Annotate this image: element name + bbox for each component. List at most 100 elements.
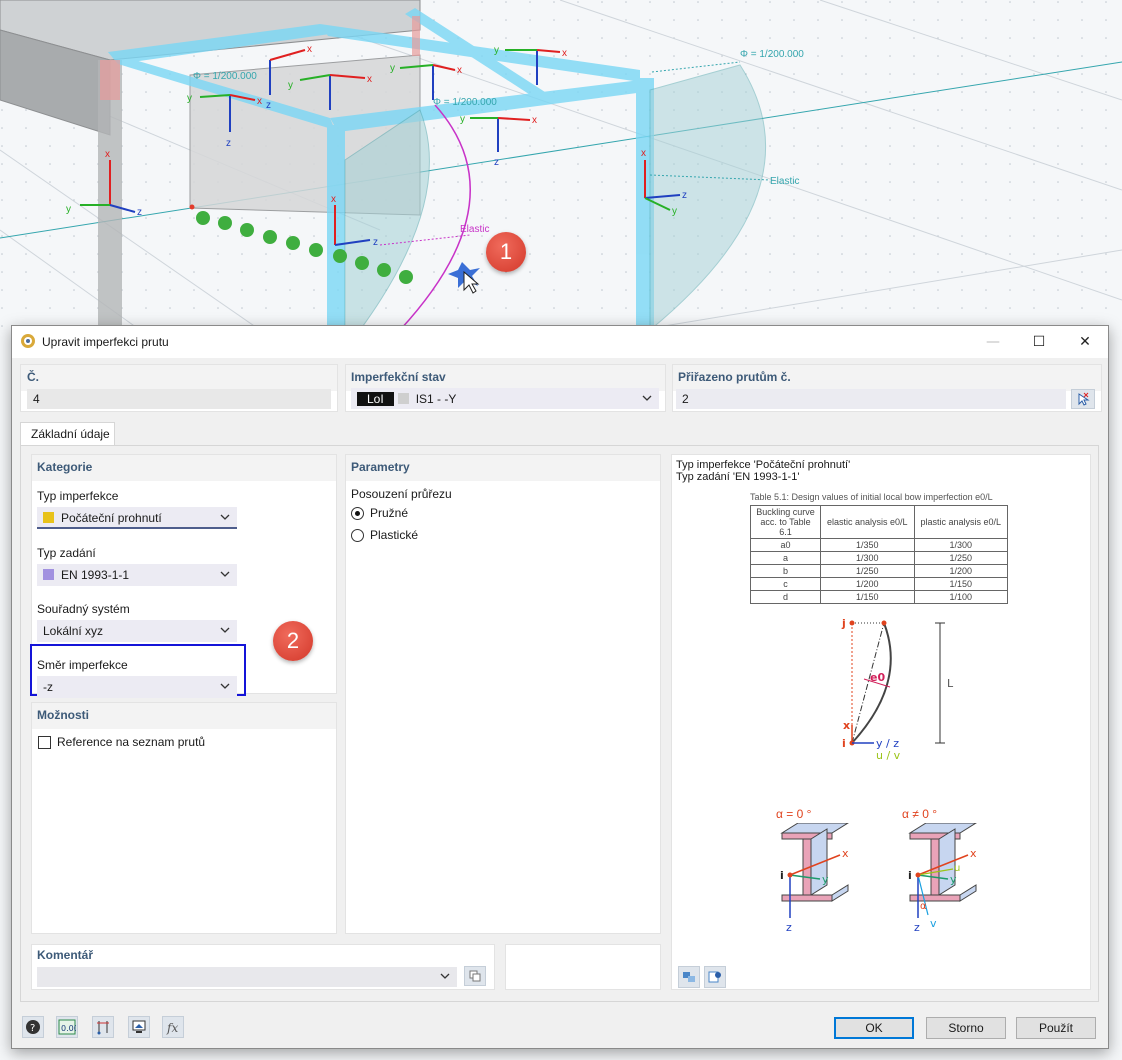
member-list-reference-label: Reference na seznam prutů — [57, 735, 206, 749]
axis-label-y: y — [494, 45, 499, 56]
edit-member-imperfection-dialog: Upravit imperfekci prutu — ☐ ✕ Č. 4 Impe… — [11, 325, 1109, 1049]
step-marker-1: 1 — [486, 232, 526, 272]
chevron-down-icon — [440, 973, 450, 979]
svg-text:fx: fx — [166, 1021, 178, 1035]
bow-imperfection-diagram: j i x e0 L y / z u / v — [841, 617, 954, 762]
table-row: a 1/300 1/250 — [750, 551, 1008, 565]
model-icon — [97, 1021, 109, 1035]
profile-label-u: u — [954, 863, 960, 874]
profile-alpha-zero: x y i z — [780, 823, 849, 934]
title-bar: Upravit imperfekci prutu — ☐ ✕ — [12, 326, 1108, 358]
select-members-button[interactable] — [1071, 389, 1095, 409]
profile-label-y: y — [950, 873, 957, 886]
axis-label-z: z — [373, 237, 378, 248]
elastic-label: Elastic — [770, 176, 799, 187]
assigned-members-field[interactable]: 2 — [676, 389, 1066, 409]
view-icon — [132, 1020, 146, 1033]
model-scene: x y z x z x z y z x y x z x y x y x y z … — [0, 0, 1122, 330]
imperfection-type-select[interactable]: Počáteční prohnutí — [37, 507, 237, 529]
copy-icon — [469, 970, 481, 982]
elastic-radio[interactable] — [351, 507, 364, 520]
diagram-label-j: j — [841, 617, 846, 630]
imperfection-type-value: Počáteční prohnutí — [61, 511, 162, 525]
number-panel: Č. 4 — [20, 364, 338, 412]
assigned-members-label: Přiřazeno prutům č. — [678, 370, 791, 384]
comment-input[interactable] — [37, 967, 457, 987]
comment-label: Komentář — [37, 948, 94, 962]
table-title: Table 5.1: Design values of initial loca… — [750, 492, 993, 502]
imperfection-direction-value: -z — [43, 680, 53, 694]
tab-basic-data[interactable]: Základní údaje — [20, 422, 115, 446]
phi-label: Φ = 1/200.000 — [433, 97, 497, 108]
coordinate-system-select[interactable]: Lokální xyz — [37, 620, 237, 642]
axis-label-y: y — [390, 63, 395, 74]
info-image-button[interactable] — [704, 966, 726, 988]
diagram-label-e0: e0 — [870, 671, 885, 684]
assigned-members-panel: Přiřazeno prutům č. 2 — [672, 364, 1102, 412]
comment-copy-button[interactable] — [464, 966, 486, 986]
axis-label-x: x — [257, 96, 262, 107]
profile-label-x: x — [970, 847, 977, 860]
options-label: Možnosti — [37, 708, 89, 722]
imperfection-state-select[interactable]: LoI IS1 - -Y — [351, 388, 659, 409]
axis-label-y: y — [460, 114, 465, 125]
info-type-line: Typ imperfekce 'Počáteční prohnutí' — [676, 459, 851, 471]
profile-label-x: x — [842, 847, 849, 860]
apply-button[interactable]: Použít — [1016, 1017, 1096, 1039]
phi-label: Φ = 1/200.000 — [740, 49, 804, 60]
help-button[interactable]: ? — [22, 1016, 44, 1038]
formula-icon: fx — [166, 1021, 178, 1035]
minimize-button[interactable]: — — [970, 326, 1016, 358]
profile-label-alpha: α — [920, 901, 927, 912]
axis-label-z: z — [226, 138, 231, 149]
plastic-radio-label: Plastické — [370, 528, 419, 542]
swap-image-button[interactable] — [678, 966, 700, 988]
axis-label-y: y — [66, 204, 71, 215]
diagram-label-uv: u / v — [876, 749, 901, 762]
member-list-reference-checkbox[interactable] — [38, 736, 51, 749]
number-label: Č. — [27, 370, 39, 384]
elastic-radio-label: Pružné — [370, 506, 409, 520]
table-row: c 1/200 1/150 — [750, 577, 1008, 591]
view-button[interactable] — [128, 1016, 150, 1038]
state-color-swatch — [397, 393, 409, 404]
coordinate-system-label: Souřadný systém — [37, 602, 130, 616]
table-header: Buckling curve acc. to Table 6.1 — [750, 505, 821, 539]
profile-label-i: i — [908, 869, 912, 882]
axis-label-z: z — [266, 100, 271, 111]
model-viewport[interactable]: x y z x z x z y z x y x z x y x y x y z … — [0, 0, 1122, 330]
profile-alpha-nonzero: x y u i α z v — [908, 823, 977, 934]
info-input-line: Typ zadání 'EN 1993-1-1' — [676, 471, 800, 483]
elastic-label: Elastic — [460, 224, 489, 235]
maximize-button[interactable]: ☐ — [1016, 326, 1062, 358]
model-button[interactable] — [92, 1016, 114, 1038]
comment-panel: Komentář — [31, 944, 495, 990]
phi-label: Φ = 1/200.000 — [193, 71, 257, 82]
cancel-button[interactable]: Storno — [926, 1017, 1006, 1039]
number-field[interactable]: 4 — [27, 389, 331, 409]
chevron-down-icon — [220, 571, 230, 577]
axis-label-z: z — [494, 157, 499, 168]
units-icon: 0.00 — [58, 1019, 76, 1035]
imperfection-state-panel: Imperfekční stav LoI IS1 - -Y — [345, 364, 666, 412]
close-button[interactable]: ✕ — [1062, 326, 1108, 358]
input-type-select[interactable]: EN 1993-1-1 — [37, 564, 237, 586]
axis-label-z: z — [682, 190, 687, 201]
formula-button[interactable]: fx — [162, 1016, 184, 1038]
parameters-label: Parametry — [351, 460, 410, 474]
app-icon — [21, 334, 35, 348]
diagram-label-L: L — [947, 677, 954, 690]
alpha-nonzero-label: α ≠ 0 ° — [902, 807, 937, 821]
axis-label-y: y — [288, 80, 293, 91]
svg-text:0.00: 0.00 — [61, 1024, 76, 1033]
axis-label-z: z — [137, 207, 142, 218]
info-image-icon — [708, 971, 721, 983]
imperfection-direction-select[interactable]: -z — [37, 676, 237, 698]
plastic-radio[interactable] — [351, 529, 364, 542]
units-button[interactable]: 0.00 — [56, 1016, 78, 1038]
imperfection-state-tag: LoI — [357, 392, 394, 406]
category-label: Kategorie — [37, 460, 93, 474]
imperfection-type-label: Typ imperfekce — [37, 489, 119, 503]
ok-button[interactable]: OK — [834, 1017, 914, 1039]
imperfection-state-value: IS1 - -Y — [415, 392, 457, 406]
